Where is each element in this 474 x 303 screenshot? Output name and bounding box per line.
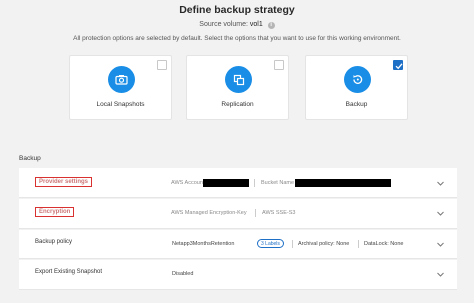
- labels-badge[interactable]: 3 Labels: [257, 239, 284, 248]
- provider-settings-row[interactable]: Provider settings AWS Account Bucket Nam…: [19, 168, 457, 198]
- bucket-name-label: Bucket Name: [261, 180, 295, 186]
- backup-policy-row[interactable]: Backup policy Netapp3MonthsRetention 3 L…: [19, 230, 457, 259]
- encryption-label: Encryption: [35, 207, 75, 217]
- option-card-backup[interactable]: Backup: [305, 55, 408, 120]
- export-snapshot-label: Export Existing Snapshot: [35, 269, 103, 275]
- option-card-replication[interactable]: Replication: [186, 55, 289, 120]
- chevron-down-icon[interactable]: [437, 271, 444, 278]
- checkmark-icon: [395, 63, 403, 70]
- aws-account-label: AWS Account: [171, 180, 205, 186]
- option-card-local-snapshots[interactable]: Local Snapshots: [69, 55, 172, 120]
- divider: [255, 209, 256, 217]
- chevron-down-icon[interactable]: [437, 241, 444, 248]
- local-snapshots-checkbox[interactable]: [157, 60, 167, 70]
- backup-checkbox[interactable]: [393, 60, 403, 70]
- option-label-replication: Replication: [221, 101, 254, 108]
- redacted-bucket-value: [295, 179, 391, 187]
- divider: [292, 240, 293, 248]
- divider: [358, 240, 359, 248]
- source-volume-line: Source volume: vol1 i: [0, 21, 474, 29]
- datalock-value: DataLock: None: [364, 241, 404, 247]
- source-volume-value: vol1: [249, 21, 263, 28]
- encryption-type-value: AWS SSE-S3: [262, 210, 296, 216]
- backup-section-label: Backup: [19, 155, 41, 162]
- replication-checkbox[interactable]: [274, 60, 284, 70]
- camera-icon: [108, 66, 135, 93]
- policy-value: Netapp3MonthsRetention: [172, 241, 235, 247]
- info-icon[interactable]: i: [267, 22, 275, 29]
- encryption-key-value: AWS Managed Encryption-Key: [171, 210, 247, 216]
- restore-icon: [344, 66, 371, 93]
- backup-policy-label: Backup policy: [35, 239, 73, 245]
- chevron-down-icon[interactable]: [437, 180, 444, 187]
- export-snapshot-row[interactable]: Export Existing Snapshot Disabled: [19, 260, 457, 290]
- option-label-backup: Backup: [345, 101, 368, 108]
- redacted-account-value: [203, 179, 249, 187]
- export-snapshot-value: Disabled: [172, 271, 194, 277]
- option-label-local-snapshots: Local Snapshots: [96, 101, 145, 108]
- page-title: Define backup strategy: [179, 4, 295, 16]
- encryption-row[interactable]: Encryption AWS Managed Encryption-Key AW…: [19, 199, 457, 229]
- source-volume-label: Source volume:: [199, 21, 248, 28]
- copy-icon: [225, 66, 252, 93]
- archival-policy-value: Archival policy: None: [298, 241, 350, 247]
- description-text: All protection options are selected by d…: [73, 35, 401, 42]
- chevron-down-icon[interactable]: [437, 210, 444, 217]
- provider-settings-label: Provider settings: [35, 177, 93, 187]
- divider: [254, 179, 255, 187]
